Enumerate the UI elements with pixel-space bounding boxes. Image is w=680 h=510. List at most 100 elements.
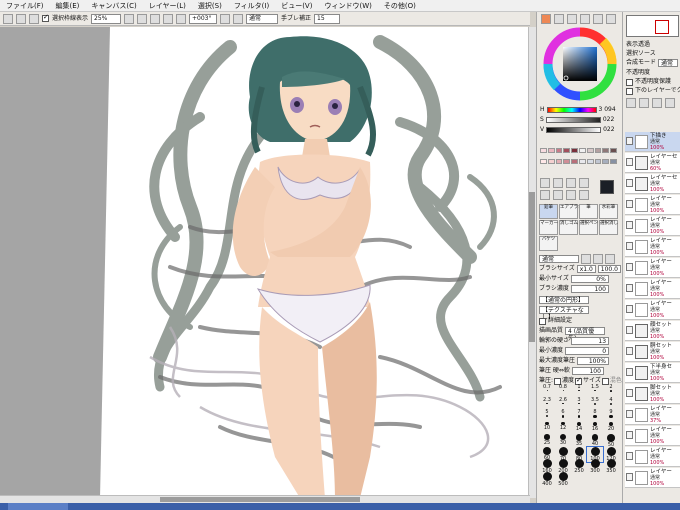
brush-size-cell[interactable]: 300 — [587, 459, 603, 474]
value-slider[interactable] — [546, 127, 602, 133]
color-swatch[interactable] — [555, 158, 563, 164]
layer-row[interactable]: レイヤー 通常 100% — [625, 195, 680, 215]
menu-item[interactable]: その他(O) — [378, 0, 422, 12]
rectangle-select-icon[interactable] — [540, 178, 550, 188]
saturation-slider[interactable] — [545, 117, 601, 123]
scratchpad-tab-icon[interactable] — [606, 14, 616, 24]
layer-row[interactable]: レイヤー 通常 100% — [625, 300, 680, 320]
visibility-eye-icon[interactable] — [626, 242, 633, 250]
zoom-field[interactable]: 25% — [91, 13, 122, 24]
layer-row[interactable]: レイヤーセ 通常 100% — [625, 174, 680, 194]
brush-size-cell[interactable]: 4 — [603, 397, 619, 405]
menu-item[interactable]: ファイル(F) — [0, 0, 50, 12]
color-swatch[interactable] — [563, 148, 571, 153]
color-swatch[interactable] — [594, 158, 602, 164]
min-density-field[interactable]: 0 — [565, 347, 610, 355]
brush-size-cell[interactable]: 16 — [587, 421, 603, 432]
eyedropper-icon[interactable] — [579, 178, 589, 188]
brush-tool-button[interactable]: 鉛筆 — [539, 204, 558, 219]
quality-select[interactable]: 4 (品質優先) — [565, 327, 606, 342]
brush-size-cell[interactable]: 14 — [571, 421, 587, 432]
zoom-out-button[interactable] — [124, 13, 135, 24]
color-swatch[interactable] — [571, 158, 578, 164]
visibility-eye-icon[interactable] — [626, 221, 633, 229]
visibility-eye-icon[interactable] — [626, 326, 633, 334]
min-size-field[interactable]: 0% — [570, 275, 609, 283]
brush-tool-button[interactable]: マーカー — [539, 220, 558, 235]
menu-item[interactable]: 編集(E) — [50, 0, 86, 12]
color-swatch[interactable] — [602, 148, 610, 153]
brush-size-cell[interactable]: 7 — [571, 409, 587, 418]
invert-selection-button[interactable] — [29, 13, 39, 24]
merge-down-icon[interactable] — [652, 98, 662, 108]
color-swatch[interactable] — [586, 148, 594, 153]
brush-tool-button[interactable]: 筆 — [579, 204, 598, 219]
rgb-slider-tab-icon[interactable] — [554, 14, 564, 24]
brush-size-cell[interactable]: 30 — [555, 434, 571, 446]
hsv-slider-tab-icon[interactable] — [567, 14, 577, 24]
menu-item[interactable]: キャンバス(C) — [85, 0, 142, 12]
brush-edge-hard-icon[interactable] — [605, 254, 615, 264]
brush-size-cell[interactable]: 1.5 — [587, 384, 603, 392]
brush-size-cell[interactable]: 8 — [587, 409, 603, 419]
deselect-button[interactable] — [16, 13, 26, 24]
menu-item[interactable]: フィルタ(I) — [228, 0, 275, 12]
brush-size-cell[interactable]: 20 — [603, 421, 619, 432]
brush-tool-button[interactable]: 選択ペン — [579, 220, 598, 235]
blend-mode-select[interactable]: 通常 — [658, 59, 679, 67]
blend-mode-field[interactable]: 通常 — [246, 13, 279, 24]
swatch-tab-icon[interactable] — [580, 14, 590, 24]
layer-row[interactable]: レイヤー 通常 100% — [625, 447, 680, 467]
brush-size-cell[interactable]: 40 — [587, 434, 603, 447]
color-wheel[interactable] — [543, 27, 617, 101]
color-swatch[interactable] — [610, 148, 617, 153]
rotate-right-button[interactable] — [176, 13, 187, 24]
rotate-left-button[interactable] — [163, 13, 174, 24]
brush-size-cell[interactable]: 3 — [571, 397, 587, 405]
brush-size-cell[interactable]: 10 — [539, 421, 555, 431]
mixer-tab-icon[interactable] — [593, 14, 603, 24]
canvas-horizontal-scroll-thumb[interactable] — [160, 497, 360, 502]
rotate-reset-button[interactable] — [220, 13, 231, 24]
visibility-eye-icon[interactable] — [626, 179, 633, 187]
stabilizer-field[interactable]: 15 — [314, 13, 341, 24]
max-pressure-field[interactable]: 100% — [577, 357, 610, 365]
delete-layer-icon[interactable] — [665, 98, 675, 108]
color-wheel-tab-icon[interactable] — [541, 14, 551, 24]
menu-item[interactable]: ウィンドウ(W) — [318, 0, 377, 12]
flip-button[interactable] — [233, 13, 244, 24]
color-swatch[interactable] — [594, 148, 602, 153]
color-swatch[interactable] — [547, 148, 555, 153]
color-swatch[interactable] — [555, 148, 563, 153]
brush-size-cell[interactable]: 5 — [539, 409, 555, 418]
select-all-button[interactable] — [3, 13, 13, 24]
zoom-icon[interactable] — [553, 190, 563, 200]
brush-size-cell[interactable]: 2.3 — [539, 397, 555, 405]
brush-mode-select[interactable]: 通常 — [539, 255, 579, 263]
brush-size-cell[interactable]: 9 — [603, 409, 619, 419]
color-swatch[interactable] — [610, 158, 617, 164]
brush-size-cell[interactable]: 25 — [539, 434, 555, 446]
color-swatch[interactable] — [547, 158, 555, 164]
brush-tool-button[interactable]: 選択消し — [599, 220, 618, 235]
brush-edge-mid-icon[interactable] — [593, 254, 603, 264]
brush-size-cell[interactable]: 350 — [603, 459, 619, 474]
brush-size-cell[interactable]: 2.6 — [555, 397, 571, 405]
brush-size-cell[interactable]: 6 — [555, 409, 571, 418]
color-swatch[interactable] — [586, 158, 594, 164]
menu-item[interactable]: ビュー(V) — [275, 0, 318, 12]
color-swatch[interactable] — [578, 158, 586, 164]
layer-row[interactable]: 顔セット 通常 100% — [625, 321, 680, 341]
visibility-eye-icon[interactable] — [626, 200, 633, 208]
canvas-vertical-scroll-thumb[interactable] — [529, 192, 535, 342]
layer-row[interactable]: 胴セット 通常 100% — [625, 342, 680, 362]
brush-size-cell[interactable]: 500 — [555, 471, 571, 487]
visibility-eye-icon[interactable] — [626, 347, 633, 355]
magic-wand-icon[interactable] — [566, 178, 576, 188]
color-swatch[interactable] — [571, 148, 578, 153]
navigator-viewport[interactable] — [655, 20, 669, 34]
current-color-swatch[interactable] — [600, 180, 614, 194]
pressure-hardness-field[interactable]: 100 — [571, 367, 604, 375]
brush-shape-select[interactable]: 【通常の円形】 — [539, 296, 589, 304]
layer-row[interactable]: 脚セット 通常 100% — [625, 384, 680, 404]
